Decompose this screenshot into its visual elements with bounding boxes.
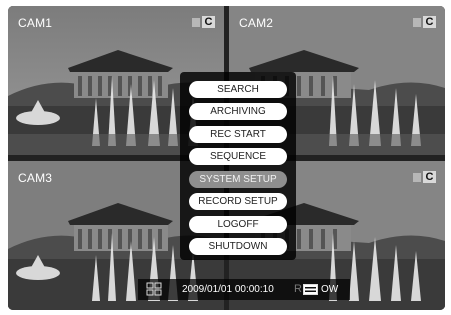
status-mode: OW bbox=[321, 284, 339, 295]
recording-indicator: C bbox=[413, 16, 437, 29]
overwrite-icon bbox=[303, 284, 318, 295]
menu-item-archiving[interactable]: ARCHIVING bbox=[189, 103, 287, 120]
menu-item-search[interactable]: SEARCH bbox=[189, 81, 287, 98]
recording-indicator: C bbox=[413, 171, 437, 184]
indicator-letter: C bbox=[202, 16, 215, 28]
indicator-letter: C bbox=[423, 171, 436, 183]
camera-label: CAM3 bbox=[18, 171, 53, 185]
camera-label: CAM2 bbox=[239, 16, 274, 30]
menu-item-shutdown[interactable]: SHUTDOWN bbox=[189, 238, 287, 255]
status-datetime: 2009/01/01 00:00:10 bbox=[182, 284, 274, 295]
menu-item-logoff[interactable]: LOGOFF bbox=[189, 216, 287, 233]
camera-label: CAM1 bbox=[18, 16, 53, 30]
status-ghost-text: R bbox=[294, 283, 302, 295]
indicator-letter: C bbox=[423, 16, 436, 28]
record-status-square-icon bbox=[413, 18, 421, 27]
network-icon bbox=[146, 282, 162, 296]
recording-indicator: C bbox=[192, 16, 216, 29]
menu-item-record-setup[interactable]: RECORD SETUP bbox=[189, 193, 287, 210]
main-menu: SEARCH ARCHIVING REC START SEQUENCE SYST… bbox=[180, 72, 296, 260]
menu-item-rec-start[interactable]: REC START bbox=[189, 126, 287, 143]
menu-item-sequence[interactable]: SEQUENCE bbox=[189, 148, 287, 165]
menu-item-system-setup[interactable]: SYSTEM SETUP bbox=[189, 171, 287, 188]
camera-view-frame: CAM1 C CAM2 C CAM3 C SEARCH ARCHIVING RE… bbox=[8, 6, 445, 310]
record-status-square-icon bbox=[192, 18, 200, 27]
status-bar: 2009/01/01 00:00:10 R OW bbox=[138, 279, 350, 300]
record-status-square-icon bbox=[413, 173, 421, 182]
